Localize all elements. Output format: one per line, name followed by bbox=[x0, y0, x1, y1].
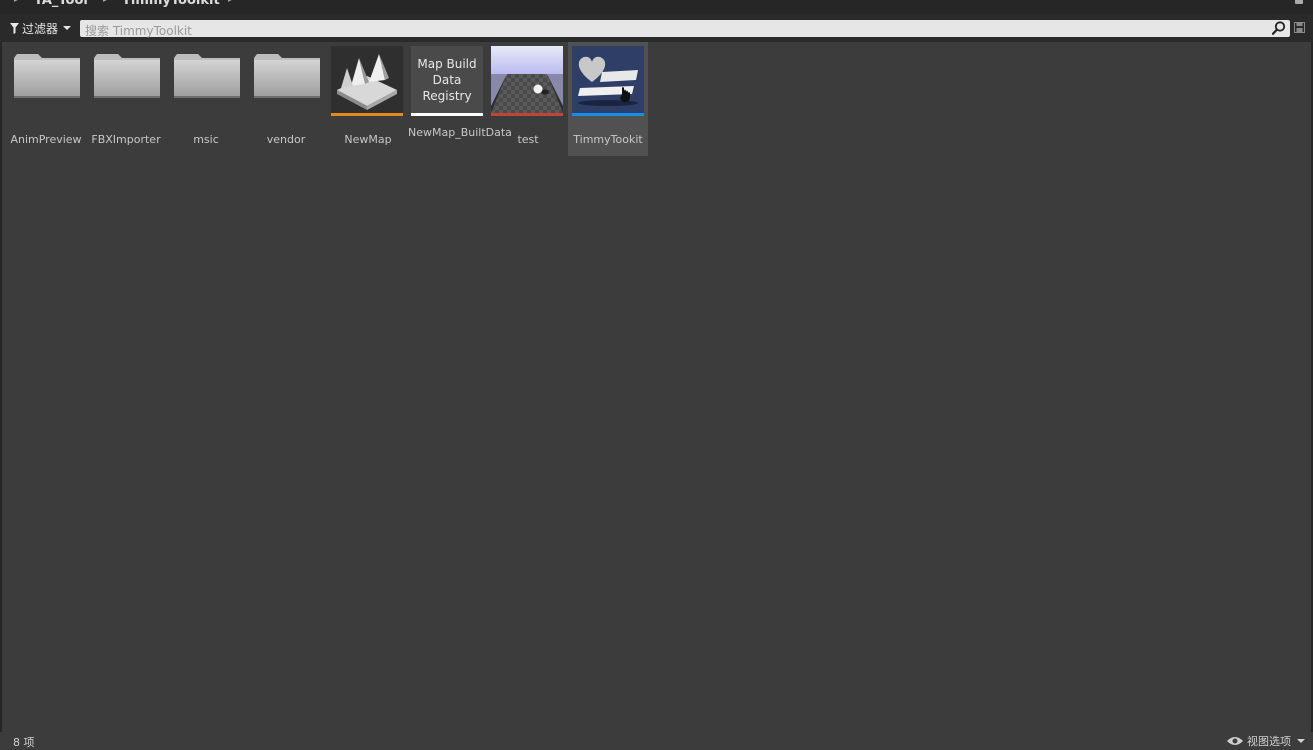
folder-icon bbox=[174, 54, 240, 98]
asset-name-label: msic bbox=[193, 133, 219, 146]
asset-tile-test[interactable]: test bbox=[488, 42, 568, 156]
status-bar: 8 项 视图选项 bbox=[0, 732, 1313, 749]
content-browser-toolbar: 过滤器 bbox=[0, 14, 1313, 42]
folder-icon bbox=[94, 54, 160, 98]
folder-icon bbox=[14, 54, 80, 98]
asset-tile-newmap[interactable]: NewMap bbox=[328, 42, 408, 156]
asset-name-label: AnimPreview bbox=[10, 133, 82, 146]
asset-name-label: NewMap bbox=[344, 133, 392, 146]
eye-icon bbox=[1227, 737, 1243, 745]
item-count-label: 8 项 bbox=[13, 736, 35, 749]
registry-thumbnail-text: Map Build Data Registry bbox=[417, 57, 477, 103]
breadcrumb-separator-icon: ▸ bbox=[103, 0, 108, 5]
search-input[interactable] bbox=[80, 22, 1270, 40]
asset-name-label: FBXImporter bbox=[91, 133, 161, 146]
top-breadcrumb-bar: ▸ TA_Tool ▸ TimmyToolkit ▸ bbox=[0, 0, 1313, 14]
asset-tile-timmytookit[interactable]: TimmyTookit bbox=[568, 42, 648, 156]
registry-thumbnail: Map Build Data Registry bbox=[411, 46, 483, 116]
level-preview-thumbnail bbox=[491, 46, 563, 116]
asset-name-label: TimmyTookit bbox=[573, 133, 643, 146]
folder-tile-vendor[interactable]: vendor bbox=[246, 42, 326, 156]
save-search-icon[interactable] bbox=[1294, 22, 1305, 33]
asset-type-color-bar bbox=[491, 113, 563, 116]
funnel-icon bbox=[10, 22, 19, 34]
folder-tile-animpreview[interactable]: AnimPreview bbox=[6, 42, 86, 156]
folder-tile-msic[interactable]: msic bbox=[166, 42, 246, 156]
level-preview-icon bbox=[491, 46, 563, 113]
asset-grid: AnimPreview FBXImporter msic vendor NewM… bbox=[2, 42, 1311, 732]
asset-type-color-bar bbox=[331, 113, 403, 116]
asset-name-label: test bbox=[517, 133, 539, 146]
chevron-down-icon bbox=[1297, 739, 1305, 743]
folder-icon bbox=[254, 54, 320, 98]
chevron-down-icon bbox=[63, 26, 72, 30]
asset-name-label: vendor bbox=[266, 133, 306, 146]
breadcrumb-dropdown-icon[interactable]: ▸ bbox=[228, 0, 233, 5]
filter-label: 过滤器 bbox=[22, 21, 59, 36]
search-icon[interactable] bbox=[1272, 21, 1286, 35]
widget-blueprint-thumbnail bbox=[572, 46, 644, 116]
asset-type-color-bar bbox=[572, 113, 644, 116]
breadcrumb-item-ta-tool[interactable]: TA_Tool bbox=[34, 0, 88, 8]
asset-type-color-bar bbox=[411, 113, 483, 116]
breadcrumb-separator-icon: ▸ bbox=[14, 0, 19, 5]
map-icon bbox=[331, 46, 403, 113]
widget-blueprint-icon bbox=[572, 46, 644, 113]
map-thumbnail bbox=[331, 46, 403, 116]
asset-tile-newmap-builtdata[interactable]: Map Build Data Registry NewMap_BuiltData bbox=[408, 42, 512, 156]
asset-name-label: NewMap_BuiltData bbox=[408, 126, 512, 139]
folder-tile-fbximporter[interactable]: FBXImporter bbox=[86, 42, 166, 156]
search-field[interactable] bbox=[80, 20, 1290, 40]
breadcrumb-item-timmytoolkit[interactable]: TimmyToolkit bbox=[122, 0, 220, 8]
filter-button[interactable]: 过滤器 bbox=[6, 19, 75, 37]
lock-icon[interactable] bbox=[1295, 0, 1303, 4]
